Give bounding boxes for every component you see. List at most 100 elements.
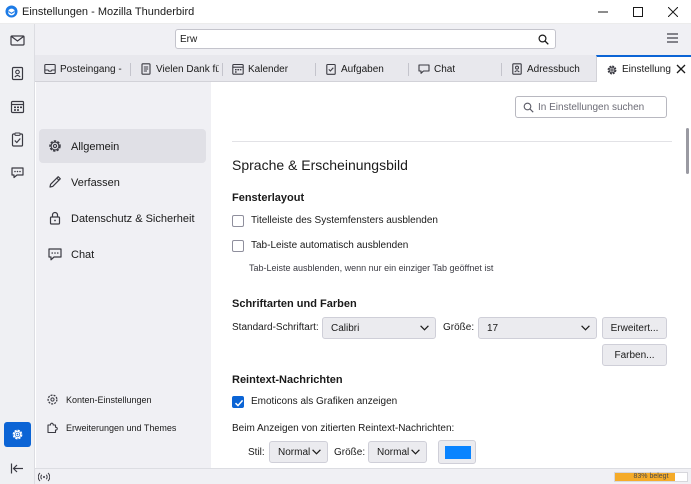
space-settings-button[interactable] xyxy=(4,422,31,447)
tab-vielen-dank[interactable]: Vielen Dank für xyxy=(131,56,223,82)
minimize-icon xyxy=(598,11,608,13)
addons-themes-label: Erweiterungen und Themes xyxy=(66,423,177,433)
chat-icon xyxy=(418,64,430,74)
account-settings-label: Konten-Einstellungen xyxy=(66,395,152,405)
titlebar-checkbox[interactable] xyxy=(232,215,244,227)
tab-kalender[interactable]: Kalender xyxy=(223,56,316,82)
space-address-book-button[interactable] xyxy=(4,61,31,86)
online-status-icon[interactable] xyxy=(38,472,50,482)
quote-size-label: Größe: xyxy=(334,447,366,458)
thunderbird-logo-icon xyxy=(5,5,18,18)
collapse-spaces-button[interactable] xyxy=(4,456,31,481)
minimize-button[interactable] xyxy=(586,0,620,24)
collapse-icon xyxy=(10,463,23,474)
chevron-down-icon xyxy=(411,449,420,455)
close-icon xyxy=(668,7,678,17)
tab-posteingang[interactable]: Posteingang - xyxy=(35,56,131,82)
space-tasks-button[interactable] xyxy=(4,127,31,152)
default-font-label: Standard-Schriftart: xyxy=(232,322,319,333)
chat-icon xyxy=(48,248,62,261)
font-size-select[interactable]: 17 xyxy=(478,317,597,339)
gear-icon xyxy=(607,65,617,75)
space-mail-button[interactable] xyxy=(4,28,31,53)
font-size-label: Größe: xyxy=(443,322,475,333)
space-calendar-button[interactable] xyxy=(4,94,31,119)
tab-label: Einstellunge xyxy=(622,64,671,75)
nav-item-allgemein[interactable]: Allgemein xyxy=(39,129,206,163)
default-font-value: Calibri xyxy=(331,323,360,334)
spaces-toolbar xyxy=(0,24,35,484)
maximize-button[interactable] xyxy=(621,0,655,24)
plaintext-heading: Reintext-Nachrichten xyxy=(232,374,343,386)
advanced-fonts-button[interactable]: Erweitert... xyxy=(602,317,667,339)
global-search-box[interactable] xyxy=(175,29,556,49)
tab-label: Kalender xyxy=(248,64,289,75)
font-size-value: 17 xyxy=(487,323,499,334)
quote-style-select[interactable]: Normal xyxy=(269,441,328,463)
pencil-icon xyxy=(49,176,61,188)
nav-item-label: Chat xyxy=(71,249,95,261)
section-title: Sprache & Erscheinungsbild xyxy=(232,157,408,173)
advanced-fonts-label: Erweitert... xyxy=(610,323,659,334)
colors-button[interactable]: Farben... xyxy=(602,344,667,366)
tab-einstellungen[interactable]: Einstellunge xyxy=(596,55,691,82)
close-window-button[interactable] xyxy=(656,0,690,24)
tabbar-checkbox-label: Tab-Leiste automatisch ausblenden xyxy=(251,240,409,251)
tab-aufgaben[interactable]: Aufgaben xyxy=(316,56,409,82)
status-bar: 83% belegt xyxy=(35,468,691,484)
maximize-icon xyxy=(633,7,643,17)
tab-adressbuch[interactable]: Adressbuch xyxy=(502,56,595,82)
nav-item-verfassen[interactable]: Verfassen xyxy=(39,165,206,199)
tab-label: Vielen Dank für xyxy=(156,64,219,75)
scrollbar-thumb[interactable] xyxy=(686,128,689,174)
inbox-icon xyxy=(44,63,56,75)
section-divider xyxy=(232,141,672,142)
colors-label: Farben... xyxy=(614,350,655,361)
calendar-icon xyxy=(10,100,25,114)
gear-icon xyxy=(12,429,23,440)
nav-item-label: Datenschutz & Sicherheit xyxy=(71,213,195,225)
lock-icon xyxy=(49,211,61,225)
tab-label: Posteingang - xyxy=(60,64,122,75)
emoticons-checkbox[interactable] xyxy=(232,396,244,408)
quota-text: 83% belegt xyxy=(633,473,669,480)
emoticons-checkbox-label: Emoticons als Grafiken anzeigen xyxy=(251,396,398,407)
window-layout-heading: Fensterlayout xyxy=(232,192,305,204)
tab-label: Chat xyxy=(434,64,456,75)
address-book-icon xyxy=(512,63,522,75)
titlebar-checkbox-label: Titelleiste des Systemfensters ausblende… xyxy=(251,215,438,226)
space-chat-button[interactable] xyxy=(4,160,31,185)
settings-sidebar: Allgemein Verfassen Datenschutz & Sicher… xyxy=(36,82,211,468)
calendar-icon xyxy=(232,63,244,75)
chevron-down-icon xyxy=(581,325,590,331)
chat-icon xyxy=(11,167,24,179)
message-icon xyxy=(141,63,151,75)
quote-size-value: Normal xyxy=(377,447,410,458)
tabbar-checkbox[interactable] xyxy=(232,240,244,252)
fonts-colors-heading: Schriftarten und Farben xyxy=(232,298,357,310)
settings-search-input[interactable] xyxy=(538,101,662,114)
unified-toolbar xyxy=(35,24,691,55)
quoted-text-label: Beim Anzeigen von zitierten Reintext-Nac… xyxy=(232,423,455,434)
gear-icon xyxy=(49,140,61,152)
puzzle-icon xyxy=(47,422,58,434)
address-book-icon xyxy=(11,66,24,81)
nav-item-chat[interactable]: Chat xyxy=(39,237,206,271)
quote-color-picker[interactable] xyxy=(438,440,476,464)
nav-item-label: Verfassen xyxy=(71,177,120,189)
window-title: Einstellungen - Mozilla Thunderbird xyxy=(22,6,195,18)
global-search-input[interactable] xyxy=(180,32,500,46)
nav-item-datenschutz[interactable]: Datenschutz & Sicherheit xyxy=(39,201,206,235)
default-font-select[interactable]: Calibri xyxy=(322,317,436,339)
settings-search-box[interactable] xyxy=(515,96,667,118)
search-icon xyxy=(538,34,549,45)
app-menu-icon[interactable] xyxy=(667,33,678,43)
quota-meter[interactable]: 83% belegt xyxy=(614,472,688,482)
tab-chat[interactable]: Chat xyxy=(409,56,502,82)
quote-size-select[interactable]: Normal xyxy=(368,441,427,463)
quote-style-label: Stil: xyxy=(248,447,265,458)
tab-label: Aufgaben xyxy=(341,64,384,75)
close-tab-icon[interactable] xyxy=(676,64,686,74)
quote-color-swatch xyxy=(445,446,471,459)
nav-item-label: Allgemein xyxy=(71,141,120,153)
